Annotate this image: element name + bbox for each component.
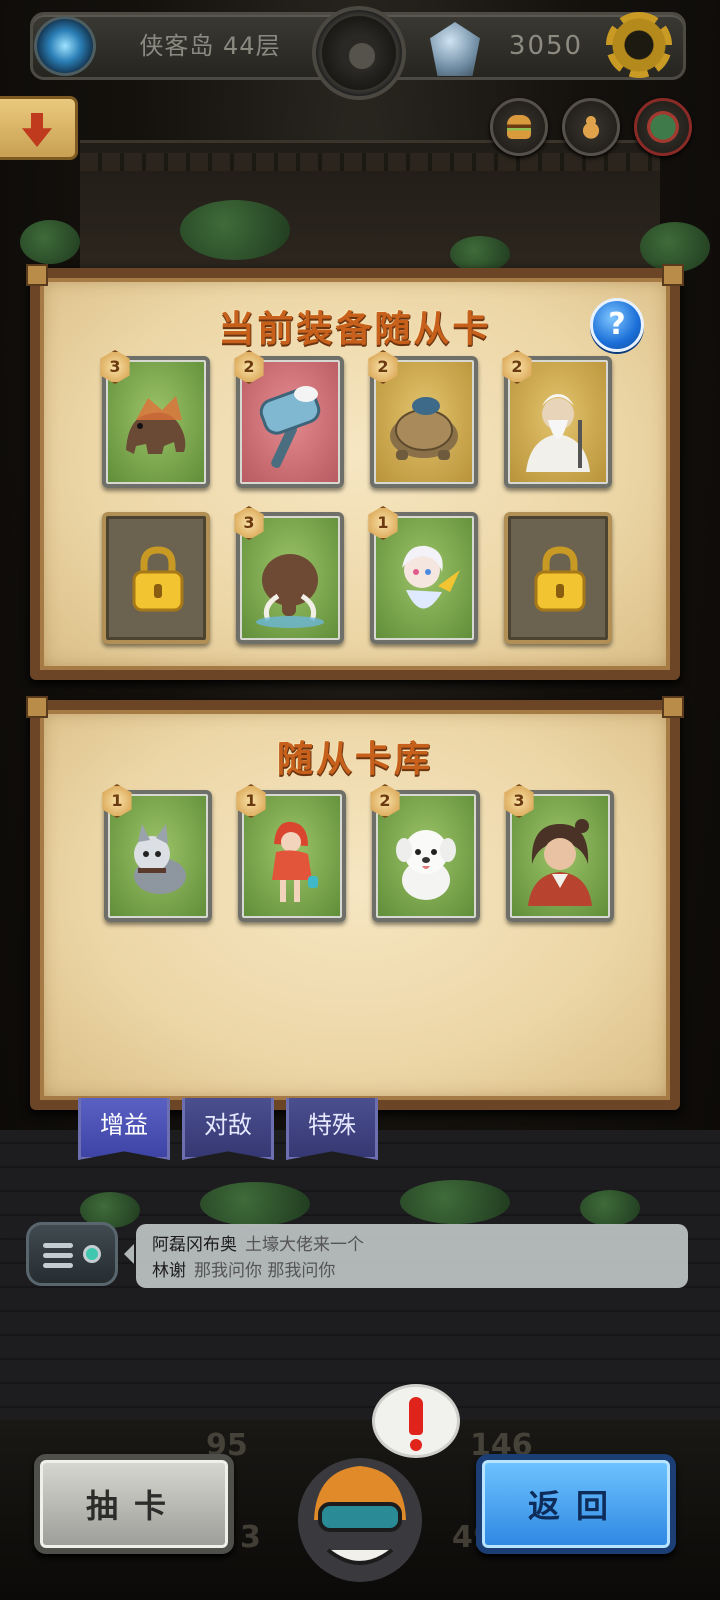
collapse-down-button[interactable] bbox=[0, 96, 78, 160]
center-medal-icon[interactable] bbox=[312, 6, 406, 100]
equipped-cards-title: 当前装备随从卡 bbox=[218, 309, 492, 350]
temple-roof bbox=[80, 140, 660, 270]
bush bbox=[400, 1180, 510, 1224]
exclamation-dot bbox=[410, 1439, 422, 1451]
card-level-badge: 2 bbox=[370, 784, 400, 818]
white-dog-icon bbox=[388, 814, 464, 906]
locked-slot-1[interactable] bbox=[102, 512, 210, 644]
tab-buff[interactable]: 增益 bbox=[78, 1098, 170, 1160]
equipped-card-6[interactable]: 3 bbox=[234, 506, 344, 644]
fairy-icon bbox=[386, 536, 462, 628]
card-level-badge: 3 bbox=[504, 784, 534, 818]
tab-enemy[interactable]: 对敌 bbox=[182, 1098, 274, 1160]
equipped-card-3[interactable]: 2 bbox=[368, 350, 478, 488]
exclamation-icon bbox=[409, 1397, 423, 1435]
help-button[interactable]: ? bbox=[590, 298, 644, 352]
card-library-title: 随从卡库 bbox=[276, 739, 433, 780]
equipped-card-1[interactable]: 3 bbox=[100, 350, 210, 488]
floor-level-label: 侠客岛 44层 bbox=[139, 32, 281, 60]
burger-food-button[interactable] bbox=[490, 98, 548, 156]
chat-message-1: 阿磊冈布奥 土壕大佬来一个 bbox=[152, 1230, 364, 1255]
arrow-down-icon bbox=[22, 113, 52, 147]
red-hood-girl-icon bbox=[254, 814, 330, 906]
chat-line-decor bbox=[43, 1263, 73, 1268]
chat-toggle-button[interactable] bbox=[26, 1222, 118, 1286]
chat-line-decor bbox=[43, 1253, 73, 1258]
hammer-icon bbox=[252, 380, 328, 472]
card-level-badge: 2 bbox=[368, 350, 398, 384]
left-low-number: 3 bbox=[240, 1520, 261, 1555]
locked-slot-2[interactable] bbox=[504, 512, 612, 644]
mammoth-icon bbox=[252, 536, 328, 628]
card-library-panel: 随从卡库 1 1 2 3 bbox=[26, 696, 684, 1110]
bush bbox=[200, 1182, 310, 1226]
equipped-card-4[interactable]: 2 bbox=[502, 350, 612, 488]
library-card-3[interactable]: 2 bbox=[370, 784, 480, 922]
card-level-badge: 3 bbox=[100, 350, 130, 384]
chat-text: 土壕大佬来一个 bbox=[245, 1235, 364, 1255]
currency-count: 3050 bbox=[508, 31, 584, 61]
back-button[interactable]: 返回 bbox=[476, 1454, 676, 1554]
draw-card-button[interactable]: 抽卡 bbox=[34, 1454, 234, 1554]
lock-icon bbox=[130, 546, 186, 612]
chat-preview[interactable]: 阿磊冈布奥 土壕大佬来一个 林谢 那我问你 那我问你 bbox=[124, 1224, 688, 1288]
chat-sender: 阿磊冈布奥 bbox=[152, 1235, 237, 1255]
avatar-button[interactable] bbox=[634, 98, 692, 156]
portal-icon[interactable] bbox=[34, 16, 96, 76]
chat-text: 那我问你 那我问你 bbox=[194, 1261, 336, 1281]
avatar bbox=[647, 111, 679, 143]
chat-status-icon bbox=[83, 1245, 101, 1263]
warrior-woman-icon bbox=[522, 814, 598, 906]
bear-icon bbox=[118, 380, 194, 472]
card-level-badge: 1 bbox=[368, 506, 398, 540]
settings-gear-icon[interactable] bbox=[606, 12, 672, 78]
chat-message-2: 林谢 那我问你 那我问你 bbox=[152, 1256, 335, 1281]
card-level-badge: 2 bbox=[234, 350, 264, 384]
turtle-icon bbox=[386, 380, 462, 472]
burger-icon bbox=[507, 115, 531, 139]
sage-icon bbox=[520, 380, 596, 472]
tab-special[interactable]: 特殊 bbox=[286, 1098, 378, 1160]
chat-line-decor bbox=[43, 1243, 73, 1248]
lock-icon bbox=[532, 546, 588, 612]
equipped-cards-panel: 当前装备随从卡 ? 3 2 2 2 3 1 bbox=[26, 264, 684, 680]
bush bbox=[450, 236, 510, 272]
gourd-icon bbox=[579, 115, 603, 139]
card-level-badge: 1 bbox=[236, 784, 266, 818]
library-card-1[interactable]: 1 bbox=[102, 784, 212, 922]
wolf-pup-icon bbox=[120, 814, 196, 906]
library-card-2[interactable]: 1 bbox=[236, 784, 346, 922]
gourd-button[interactable] bbox=[562, 98, 620, 156]
chat-sender: 林谢 bbox=[152, 1261, 186, 1281]
equipped-card-7[interactable]: 1 bbox=[368, 506, 478, 644]
bush bbox=[20, 220, 80, 264]
card-level-badge: 1 bbox=[102, 784, 132, 818]
bush bbox=[580, 1190, 640, 1226]
bush bbox=[180, 200, 290, 260]
card-level-badge: 3 bbox=[234, 506, 264, 540]
alert-speech-bubble[interactable] bbox=[372, 1384, 460, 1458]
library-card-4[interactable]: 3 bbox=[504, 784, 614, 922]
card-level-badge: 2 bbox=[502, 350, 532, 384]
equipped-card-2[interactable]: 2 bbox=[234, 350, 344, 488]
